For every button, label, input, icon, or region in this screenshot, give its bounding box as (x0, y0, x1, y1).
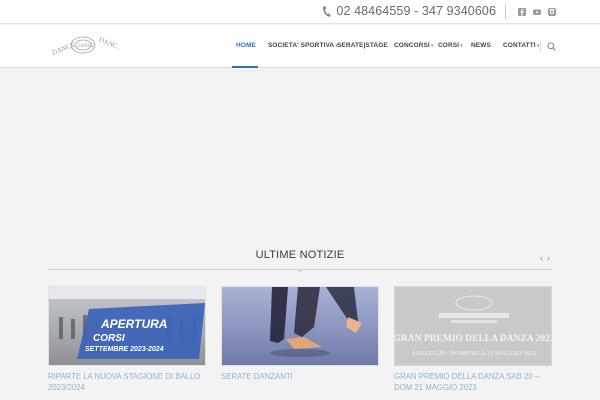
chevron-down-icon: ▾ (536, 43, 540, 49)
site-logo[interactable]: DANCE DANCE DANCE (48, 31, 118, 61)
svg-text:DANCE: DANCE (51, 41, 76, 57)
news-card[interactable]: SERATE DANZANTI (221, 286, 379, 382)
chevron-down-icon: ▾ (430, 43, 434, 49)
youtube-icon[interactable] (533, 8, 541, 16)
phone-contact[interactable]: 02 48464559 - 347 9340606 (322, 4, 496, 18)
nav-label: CORSI (438, 42, 460, 49)
prev-arrow-icon[interactable]: ‹ (540, 253, 543, 263)
nav-concorsi[interactable]: CONCORSI▾ (394, 42, 433, 49)
nav-societa-sportiva[interactable]: SOCIETA' SPORTIVA▾ (268, 42, 338, 49)
news-card-title[interactable]: GRAN PREMIO DELLA DANZA SAB 20 – DOM 21 … (394, 371, 552, 393)
svg-text:DANCE: DANCE (77, 44, 94, 49)
nav-corsi[interactable]: CORSI▾ (438, 42, 463, 49)
nav-news[interactable]: NEWS (471, 42, 491, 49)
nav-divider (540, 42, 541, 52)
news-card[interactable]: GRAN PREMIO DELLA DANZA 2023 SABATO 20 -… (394, 286, 552, 393)
facebook-icon[interactable] (518, 8, 526, 16)
card-image-text: APERTURA (100, 317, 167, 331)
chevron-down-icon: ▾ (460, 43, 463, 49)
card-image-text: GRAN PREMIO DELLA DANZA 2023 (395, 334, 552, 344)
search-icon[interactable] (547, 42, 556, 51)
main-header: DANCE DANCE DANCE HOME SOCIETA' SPORTIVA… (0, 25, 600, 68)
card-image-text: CORSI (93, 333, 125, 344)
active-nav-indicator (232, 66, 258, 68)
instagram-icon[interactable] (548, 8, 556, 16)
svg-text:DANCE: DANCE (98, 36, 118, 52)
hero-slider (0, 69, 600, 239)
nav-contatti[interactable]: CONTATTI▾ (503, 42, 539, 49)
card-image-text: SABATO 20 - DOMENICA 21 MAGGIO 2023 (412, 350, 536, 357)
phone-icon (323, 5, 331, 17)
nav-label: CONCORSI (394, 42, 430, 49)
news-card-image[interactable]: GRAN PREMIO DELLA DANZA 2023 SABATO 20 -… (394, 286, 552, 366)
nav-label: CONTATTI (503, 42, 536, 49)
next-arrow-icon[interactable]: › (547, 253, 550, 263)
section-title: ULTIME NOTIZIE (255, 249, 345, 261)
topbar-divider (505, 5, 506, 19)
phone-numbers: 02 48464559 - 347 9340606 (336, 4, 496, 18)
news-card-image[interactable] (221, 286, 379, 366)
top-bar: 02 48464559 - 347 9340606 (0, 0, 600, 24)
news-card[interactable]: APERTURA CORSI SETTEMBRE 2023-2024 RIPAR… (48, 286, 206, 393)
news-card-title[interactable]: SERATE DANZANTI (221, 371, 379, 382)
nav-label: SOCIETA' SPORTIVA (268, 42, 335, 49)
news-card-image[interactable]: APERTURA CORSI SETTEMBRE 2023-2024 (48, 286, 206, 366)
nav-serate-stage[interactable]: SERATE|STAGE (337, 42, 388, 49)
news-card-title[interactable]: RIPARTE LA NUOVA STAGIONE DI BALLO 2023/… (48, 371, 206, 393)
section-divider-pointer (296, 269, 304, 273)
card-image-text: SETTEMBRE 2023-2024 (85, 346, 164, 353)
nav-home[interactable]: HOME (236, 42, 256, 49)
